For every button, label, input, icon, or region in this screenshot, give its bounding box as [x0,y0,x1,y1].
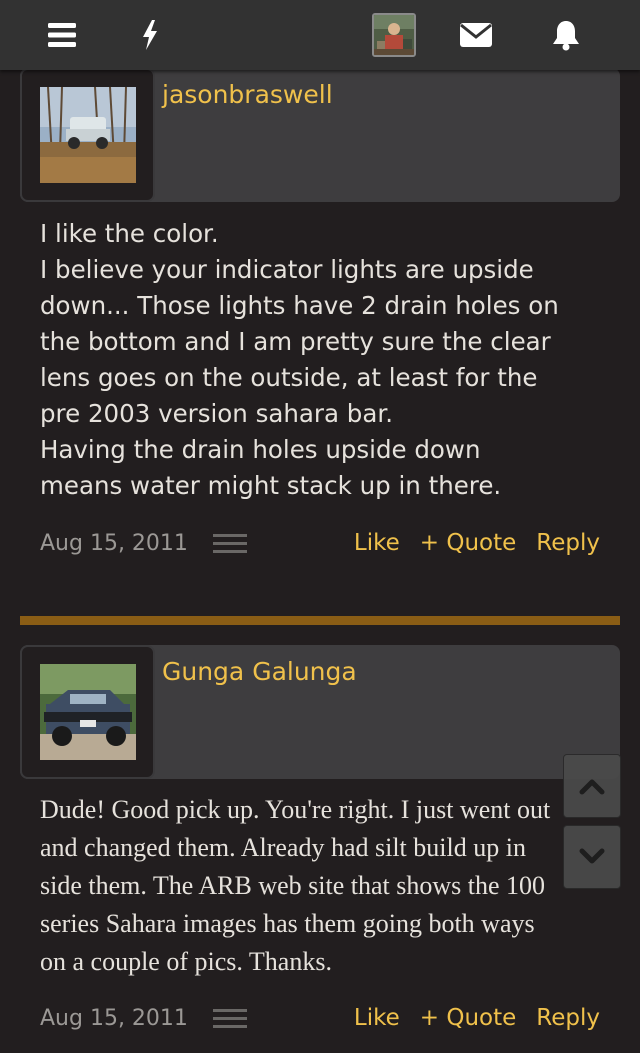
like-button[interactable]: Like [354,530,400,556]
bell-icon [553,21,579,51]
chevron-down-icon [579,848,605,864]
avatar[interactable] [40,87,136,183]
message-line: series Sahara images has them going both… [40,909,535,938]
username[interactable]: jasonbraswell [162,80,333,109]
menu-button[interactable] [40,0,84,70]
avatar[interactable] [40,664,136,760]
post-actions: Like + Quote Reply [354,1005,600,1031]
user-account-button[interactable] [371,0,417,70]
avatar-frame [20,645,155,779]
post-header: Gunga Galunga [20,645,620,779]
post-message: I like the color. I believe your indicat… [20,216,620,504]
like-button[interactable]: Like [354,1005,400,1031]
post-header: jasonbraswell [20,68,620,202]
post-message: Dude! Good pick up. You're right. I just… [20,791,620,981]
post-footer: Aug 15, 2011 Like + Quote Reply [20,526,620,566]
envelope-icon [460,23,492,47]
message-line: lens goes on the outside, at least for t… [40,363,538,392]
post-date[interactable]: Aug 15, 2011 [40,531,188,556]
more-options-icon[interactable] [213,1008,247,1030]
message-line: Dude! Good pick up. You're right. I just… [40,795,551,824]
username[interactable]: Gunga Galunga [162,657,357,686]
more-options-icon[interactable] [213,533,247,555]
avatar-frame [20,68,155,202]
message-line: the bottom and I am pretty sure the clea… [40,327,551,356]
post-footer: Aug 15, 2011 Like + Quote Reply [20,1001,620,1041]
message-line: down... Those lights have 2 drain holes … [40,291,559,320]
post-separator [20,616,620,625]
inbox-button[interactable] [454,0,498,70]
post-jasonbraswell: jasonbraswell I like the color. I believ… [20,68,620,566]
scroll-to-top-button[interactable] [563,754,621,818]
message-line: I believe your indicator lights are upsi… [40,255,534,284]
message-line: I like the color. [40,219,219,248]
message-line: on a couple of pics. Thanks. [40,947,332,976]
reply-button[interactable]: Reply [536,530,600,556]
post-actions: Like + Quote Reply [354,530,600,556]
menu-icon [48,23,76,47]
message-line: Having the drain holes upside down [40,435,481,464]
message-line: and changed them. Already had silt build… [40,833,526,862]
scroll-to-bottom-button[interactable] [563,825,621,889]
top-navbar [0,0,640,70]
alerts-button[interactable] [544,0,588,70]
quote-button[interactable]: + Quote [420,530,517,556]
quote-button[interactable]: + Quote [420,1005,517,1031]
message-line: means water might stack up in there. [40,471,502,500]
reply-button[interactable]: Reply [536,1005,600,1031]
post-gunga-galunga: Gunga Galunga Dude! Good pick up. You're… [20,645,620,1041]
whats-new-button[interactable] [128,0,172,70]
user-avatar [372,13,416,57]
message-line: pre 2003 version sahara bar. [40,399,393,428]
post-date[interactable]: Aug 15, 2011 [40,1006,188,1031]
message-line: side them. The ARB web site that shows t… [40,871,546,900]
chevron-up-icon [579,779,605,795]
bolt-icon [143,20,157,50]
